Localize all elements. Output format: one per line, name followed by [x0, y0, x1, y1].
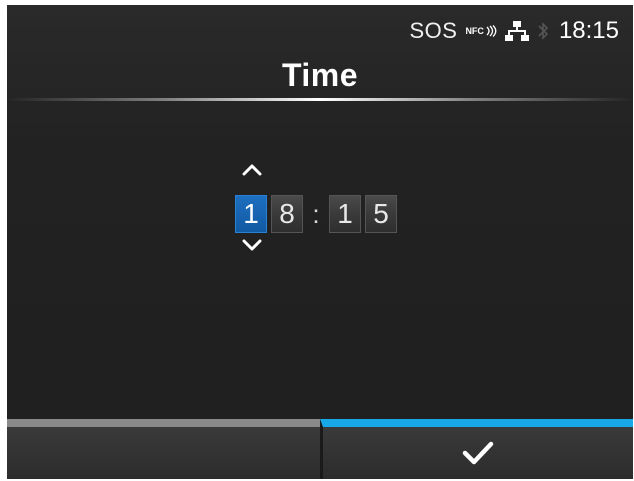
- time-digits: 1 8 : 1 5: [235, 195, 401, 233]
- hour-ones-digit[interactable]: 8: [271, 195, 303, 233]
- time-separator: :: [312, 198, 320, 229]
- bottom-button-bar: [7, 419, 633, 479]
- time-editor: 1 8 : 1 5: [230, 155, 420, 275]
- title-divider: [7, 98, 633, 101]
- status-clock: 18:15: [558, 17, 619, 44]
- page-title: Time: [281, 57, 359, 93]
- chevron-down-icon[interactable]: [240, 237, 264, 255]
- network-icon: [504, 21, 529, 41]
- confirm-button[interactable]: [320, 419, 633, 479]
- chevron-up-icon[interactable]: [240, 160, 264, 178]
- status-bar: SOS NFC 18:15: [7, 5, 633, 55]
- nfc-icon: NFC: [465, 25, 497, 37]
- left-soft-button[interactable]: [7, 419, 320, 479]
- hour-tens-digit[interactable]: 1: [235, 195, 267, 233]
- nfc-icon-label: NFC: [465, 26, 484, 36]
- printer-display: SOS NFC 18:15 Time 1 8: 1 5: [7, 5, 633, 479]
- minute-ones-digit[interactable]: 5: [365, 195, 397, 233]
- nfc-wave-icon: [486, 25, 497, 37]
- checkmark-icon: [462, 441, 494, 465]
- sos-indicator: SOS: [409, 18, 458, 43]
- bluetooth-icon: [538, 22, 549, 40]
- status-items: SOS NFC 18:15: [409, 17, 619, 45]
- minute-tens-digit[interactable]: 1: [329, 195, 361, 233]
